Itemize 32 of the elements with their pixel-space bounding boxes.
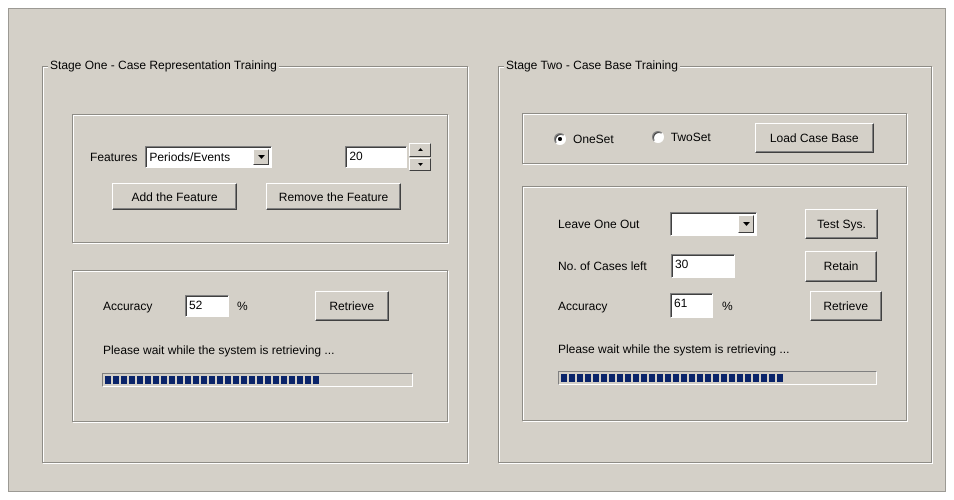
spin-down-button[interactable] [409, 158, 432, 171]
caret-down-icon [258, 155, 265, 159]
unit-label: % [237, 299, 248, 313]
radio-button[interactable]: OneSet [554, 132, 614, 146]
field-label: No. of Cases left [558, 259, 647, 273]
caret-up-icon [418, 148, 423, 152]
button[interactable]: Add the Feature [112, 183, 237, 210]
input-field[interactable]: 30 [671, 254, 735, 278]
group-title: Stage One - Case Representation Training [48, 58, 279, 72]
caret-down-icon [418, 162, 423, 166]
button[interactable]: Retrieve [810, 290, 882, 320]
group-title: Stage Two - Case Base Training [504, 58, 680, 72]
button[interactable]: Retrieve [314, 291, 389, 321]
field-label: Leave One Out [558, 216, 640, 230]
field-label: Accuracy [103, 299, 152, 313]
button[interactable]: Remove the Feature [266, 183, 401, 210]
button[interactable]: Retain [805, 250, 877, 282]
field-label: Features [90, 150, 138, 164]
status-message: Please wait while the system is retrieving ... [103, 343, 334, 357]
field-label: Accuracy [558, 298, 608, 312]
spin-up-button[interactable] [409, 143, 432, 156]
caret-down-icon [742, 222, 750, 226]
input-field[interactable]: 61 [670, 293, 713, 318]
unit-label: % [722, 298, 733, 312]
dropdown[interactable] [670, 212, 757, 236]
status-message: Please wait while the system is retrieving ... [558, 342, 790, 356]
input-field[interactable]: 20 [345, 146, 408, 168]
input-field[interactable]: 52 [185, 295, 229, 317]
button[interactable]: Load Case Base [754, 123, 874, 153]
dropdown[interactable]: Periods/Events [145, 146, 272, 168]
radio-button[interactable]: TwoSet [652, 130, 711, 144]
button[interactable]: Test Sys. [805, 208, 878, 238]
